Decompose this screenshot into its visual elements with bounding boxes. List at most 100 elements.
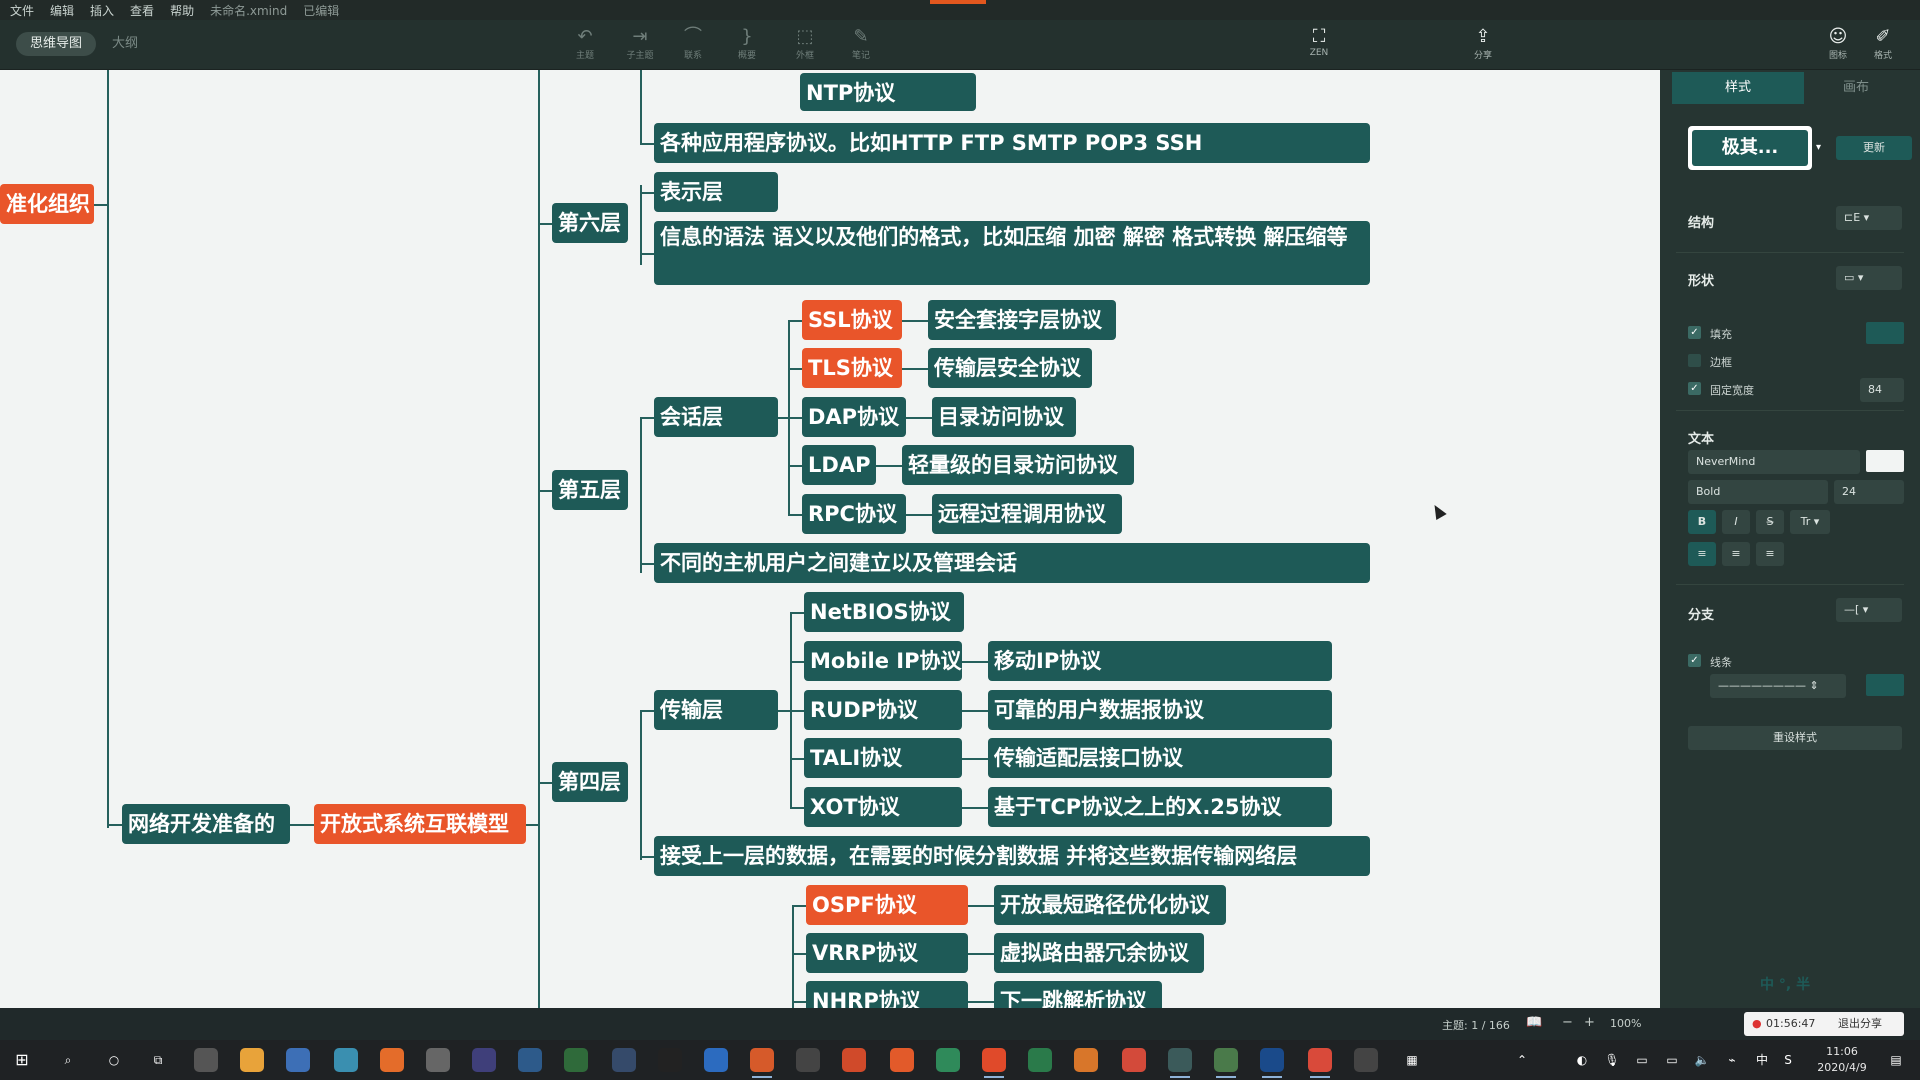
chevron-up-icon[interactable]: ⌃ bbox=[1510, 1048, 1534, 1072]
app-icon[interactable] bbox=[426, 1048, 450, 1072]
topic-tali-desc[interactable]: 传输适配层接口协议 bbox=[988, 738, 1332, 778]
app-icon[interactable]: S bbox=[1776, 1048, 1800, 1072]
app-icon[interactable] bbox=[612, 1048, 636, 1072]
tab-style[interactable]: 样式 bbox=[1672, 72, 1804, 104]
share-button[interactable]: ⇪ 分享 bbox=[1458, 26, 1508, 61]
display-icon[interactable]: ▭ bbox=[1660, 1048, 1684, 1072]
topic-osi-model[interactable]: 开放式系统互联模型 bbox=[314, 804, 526, 844]
topic-vrrp-desc[interactable]: 虚拟路由器冗余协议 bbox=[994, 933, 1204, 973]
topic-tls[interactable]: TLS协议 bbox=[802, 348, 902, 388]
topic-ospf-desc[interactable]: 开放最短路径优化协议 bbox=[994, 885, 1226, 925]
fill-checkbox[interactable]: ✓ bbox=[1688, 326, 1701, 339]
root-topic-partial[interactable]: 准化组织 bbox=[0, 184, 94, 224]
font-weight-select[interactable]: Bold bbox=[1688, 480, 1828, 504]
xmind-icon[interactable] bbox=[750, 1048, 774, 1078]
menu-insert[interactable]: 插入 bbox=[90, 2, 114, 19]
firefox-icon[interactable] bbox=[380, 1048, 404, 1072]
topic-rudp[interactable]: RUDP协议 bbox=[804, 690, 962, 730]
topic-ntp[interactable]: NTP协议 bbox=[800, 73, 976, 111]
format-panel-button[interactable]: ✐ 格式 bbox=[1858, 26, 1908, 61]
strikethrough-button[interactable]: S̶ bbox=[1756, 510, 1784, 534]
tool-notes[interactable]: ✎ 笔记 bbox=[836, 26, 886, 61]
app-icon[interactable] bbox=[518, 1048, 542, 1072]
tool-summary[interactable]: } 概要 bbox=[722, 26, 772, 61]
topic-dap[interactable]: DAP协议 bbox=[802, 397, 906, 437]
app-icon[interactable] bbox=[564, 1048, 588, 1072]
topic-nhrp-desc[interactable]: 下一跳解析协议 bbox=[994, 981, 1162, 1008]
clock-date[interactable]: 2020/4/9 bbox=[1808, 1061, 1876, 1074]
calculator-icon[interactable]: ▦ bbox=[1400, 1048, 1424, 1072]
app-icon[interactable] bbox=[982, 1048, 1006, 1078]
text-case-select[interactable]: Tr ▾ bbox=[1790, 510, 1830, 534]
topic-xot[interactable]: XOT协议 bbox=[804, 787, 962, 827]
topic-session[interactable]: 会话层 bbox=[654, 397, 778, 437]
fill-color-swatch[interactable] bbox=[1866, 322, 1904, 344]
topic-tali[interactable]: TALI协议 bbox=[804, 738, 962, 778]
font-family-select[interactable]: NeverMind bbox=[1688, 450, 1860, 474]
app-icon[interactable] bbox=[194, 1048, 218, 1072]
topic-layer4[interactable]: 第四层 bbox=[552, 762, 628, 802]
fixed-width-checkbox[interactable]: ✓ bbox=[1688, 382, 1701, 395]
tool-boundary[interactable]: ⬚ 外框 bbox=[780, 26, 830, 61]
app-icon[interactable] bbox=[1354, 1048, 1378, 1072]
chrome-icon[interactable] bbox=[240, 1048, 264, 1072]
task-view-icon[interactable]: ⧉ bbox=[146, 1048, 170, 1072]
tab-canvas[interactable]: 画布 bbox=[1804, 72, 1908, 104]
style-preview[interactable]: 极其... bbox=[1688, 126, 1812, 170]
topic-network-prep[interactable]: 网络开发准备的 bbox=[122, 804, 290, 844]
microphone-icon[interactable]: 🎙 bbox=[1600, 1048, 1624, 1072]
menu-edit[interactable]: 编辑 bbox=[50, 2, 74, 19]
vscode-icon[interactable] bbox=[704, 1048, 728, 1072]
search-icon[interactable]: ⌕ bbox=[56, 1048, 80, 1072]
topic-app-protocols[interactable]: 各种应用程序协议。比如HTTP FTP SMTP POP3 SSH bbox=[654, 123, 1370, 163]
align-right-button[interactable]: ≡ bbox=[1756, 542, 1784, 566]
app-icon[interactable] bbox=[1074, 1048, 1098, 1072]
volume-icon[interactable]: 🔈 bbox=[1690, 1048, 1714, 1072]
menu-file[interactable]: 文件 bbox=[10, 2, 34, 19]
mindmap-canvas[interactable]: 准化组织 网络开发准备的 开放式系统互联模型 第六层 NTP协议 各种应用程序协… bbox=[0, 70, 1660, 1008]
windows-start-icon[interactable]: ⊞ bbox=[10, 1048, 34, 1072]
topic-session-desc[interactable]: 不同的主机用户之间建立以及管理会话 bbox=[654, 543, 1370, 583]
topic-tls-desc[interactable]: 传输层安全协议 bbox=[928, 348, 1092, 388]
align-left-button[interactable]: ≡ bbox=[1688, 542, 1716, 566]
app-icon[interactable] bbox=[334, 1048, 358, 1072]
border-checkbox[interactable] bbox=[1688, 354, 1701, 367]
topic-mobile-ip-desc[interactable]: 移动IP协议 bbox=[988, 641, 1332, 681]
topic-mobile-ip[interactable]: Mobile IP协议 bbox=[804, 641, 962, 681]
text-color-swatch[interactable] bbox=[1866, 450, 1904, 472]
clock-time[interactable]: 11:06 bbox=[1812, 1045, 1872, 1058]
topic-vrrp[interactable]: VRRP协议 bbox=[806, 933, 968, 973]
app-icon[interactable] bbox=[890, 1048, 914, 1072]
topic-dap-desc[interactable]: 目录访问协议 bbox=[932, 397, 1076, 437]
italic-button[interactable]: I bbox=[1722, 510, 1750, 534]
book-icon[interactable]: 📖 bbox=[1526, 1015, 1542, 1030]
topic-layer6[interactable]: 第六层 bbox=[552, 203, 628, 243]
font-size-select[interactable]: 24 bbox=[1834, 480, 1904, 504]
app-icon[interactable] bbox=[796, 1048, 820, 1072]
zoom-in-icon[interactable]: + bbox=[1584, 1015, 1595, 1030]
align-center-button[interactable]: ≡ bbox=[1722, 542, 1750, 566]
topic-nhrp[interactable]: NHRP协议 bbox=[806, 981, 968, 1008]
notification-icon[interactable]: ▤ bbox=[1884, 1048, 1908, 1072]
bold-button[interactable]: B bbox=[1688, 510, 1716, 534]
topic-presentation[interactable]: 表示层 bbox=[654, 172, 778, 212]
topic-ssl-desc[interactable]: 安全套接字层协议 bbox=[928, 300, 1116, 340]
chevron-down-icon[interactable]: ▾ bbox=[1816, 142, 1821, 153]
topic-ssl[interactable]: SSL协议 bbox=[802, 300, 902, 340]
ime-icon[interactable]: 中 bbox=[1750, 1048, 1774, 1072]
fixed-width-input[interactable]: 84 bbox=[1860, 378, 1904, 402]
update-style-button[interactable]: 更新 bbox=[1836, 136, 1912, 160]
topic-ldap[interactable]: LDAP bbox=[802, 445, 876, 485]
network-icon[interactable]: ⌁ bbox=[1720, 1048, 1744, 1072]
topic-presentation-desc[interactable]: 信息的语法 语义以及他们的格式，比如压缩 加密 解密 格式转换 解压缩等 bbox=[654, 221, 1370, 285]
topic-ospf[interactable]: OSPF协议 bbox=[806, 885, 968, 925]
menu-help[interactable]: 帮助 bbox=[170, 2, 194, 19]
reset-style-button[interactable]: 重设样式 bbox=[1688, 726, 1902, 750]
topic-netbios[interactable]: NetBIOS协议 bbox=[804, 592, 964, 632]
zoom-out-icon[interactable]: − bbox=[1562, 1015, 1573, 1030]
topic-layer5[interactable]: 第五层 bbox=[552, 470, 628, 510]
zoom-level[interactable]: 100% bbox=[1610, 1017, 1641, 1030]
line-checkbox[interactable]: ✓ bbox=[1688, 654, 1701, 667]
zen-button[interactable]: ⛶ ZEN bbox=[1294, 26, 1344, 58]
store-icon[interactable] bbox=[286, 1048, 310, 1072]
